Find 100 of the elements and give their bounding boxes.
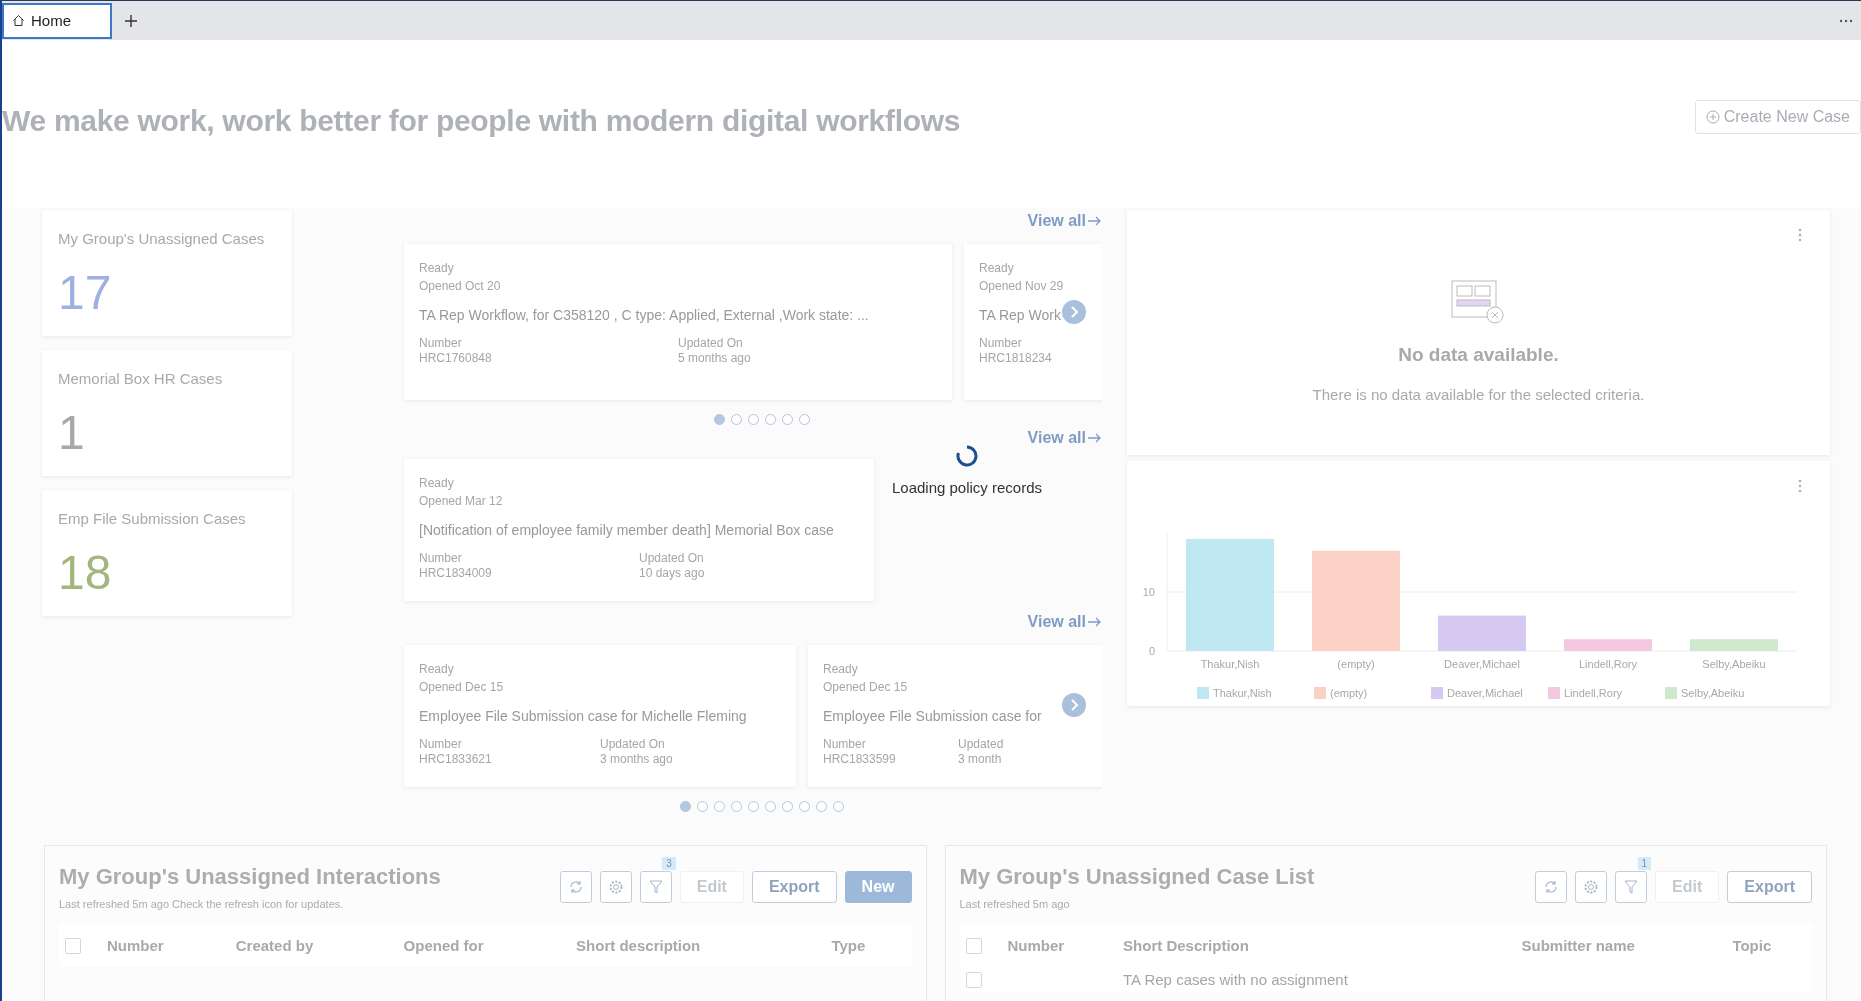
refresh-icon [567,879,584,895]
column-header[interactable]: Number [101,924,230,967]
column-header[interactable]: Topic [1726,924,1812,967]
stat-count: 17 [58,265,112,320]
bar[interactable] [1564,639,1652,651]
view-all-link[interactable]: View all [1027,212,1086,230]
page-dot[interactable] [748,801,759,812]
case-number: HRC1833621 [419,752,493,767]
toolbar-button[interactable]: Export [751,871,837,903]
legend-item[interactable]: (empty) [1314,687,1368,699]
page-dot[interactable] [714,414,725,425]
more-icon[interactable] [1839,18,1853,23]
page-dot[interactable] [799,801,810,812]
table-cell: TA Rep cases with no assignment [1123,970,1348,988]
page-dot[interactable] [765,801,776,812]
bar[interactable] [1312,550,1400,651]
page-dot[interactable] [714,801,725,812]
updated-time: 10 days ago [639,566,706,581]
create-case-button[interactable]: Create New Case [1694,100,1861,134]
settings-icon [607,879,624,895]
updated-time: 3 month [958,752,1003,767]
page-dot[interactable] [782,801,793,812]
case-number: HRC1760848 [419,351,493,366]
case-title: Employee File Submission case for [823,707,1042,725]
page-dot[interactable] [731,414,742,425]
stat-title: Memorial Box HR Cases [58,370,224,387]
filter-icon [1624,879,1639,895]
x-tick-label: Selby,Abeiku [1681,687,1745,699]
column-header[interactable]: Short description [570,924,826,967]
column-header[interactable]: Submitter name [1515,924,1727,967]
x-axis-label: Selby,Abeiku [1702,658,1766,670]
stat-title: Emp File Submission Cases [58,510,247,527]
x-axis-label: Lindell,Rory [1578,658,1638,670]
case-card[interactable]: Ready Opened Nov 29 TA Rep Work Number HRC1818234 [964,244,1102,400]
case-number: HRC1833599 [823,752,897,767]
home-tab[interactable]: Home [2,2,112,39]
toolbar-button[interactable]: Export [1727,871,1812,903]
updated-time: 5 months ago [678,351,752,366]
bar[interactable] [1186,538,1274,651]
loading-spinner-icon [956,445,978,467]
legend-item[interactable]: Lindell,Rory [1548,687,1623,699]
legend-item[interactable]: Selby,Abeiku [1665,687,1745,699]
page-dot[interactable] [731,801,742,812]
row-checkbox[interactable] [965,972,982,989]
filter-count: 1 [1637,857,1652,870]
add-tab-icon[interactable] [124,13,138,28]
bar[interactable] [1690,639,1778,651]
case-opened-date: Opened Dec 15 [823,680,908,694]
page-dot[interactable] [782,414,793,425]
stat-card[interactable]: Memorial Box HR Cases 1 [42,350,292,476]
select-all-checkbox[interactable] [965,938,982,955]
page-dot[interactable] [680,801,691,812]
column-header[interactable]: Short Description [1117,924,1516,967]
legend-item[interactable]: Deaver,Michael [1431,687,1523,699]
filter-button[interactable] [639,871,672,903]
view-all-link[interactable]: View all [1027,613,1086,631]
updated-label: Updated On [600,737,666,752]
column-header[interactable]: Opened for [397,924,571,967]
refresh-icon [1543,879,1560,895]
page-dot[interactable] [765,414,776,425]
view-all-link[interactable]: View all [1027,429,1086,447]
case-card[interactable]: Ready Opened Dec 15 Employee File Submission case for Number HRC1833599 Updated 3 month [808,645,1102,787]
column-header[interactable]: Number [1001,924,1118,967]
x-tick-label: Deaver,Michael [1447,687,1523,699]
page-dot[interactable] [697,801,708,812]
page-dot[interactable] [799,414,810,425]
case-status: Ready [979,261,1014,275]
case-card[interactable]: Ready Opened Oct 20 TA Rep Workflow, for C358120 , C type: Applied, External ,Work state: ... Number HRC1760848 Updated On 5 months ago [404,244,952,400]
settings-button[interactable] [599,871,632,903]
column-header[interactable]: Type [825,924,912,967]
x-tick-label: Thakur,Nish [1213,687,1272,699]
chevron-right-icon [1069,699,1079,711]
legend-item[interactable]: Thakur,Nish [1197,687,1272,699]
refresh-note: Last refreshed 5m ago [959,898,1071,910]
filter-button[interactable] [1615,871,1648,903]
home-icon [12,14,25,27]
arrow-right-icon [1088,617,1102,627]
no-data-icon [1450,280,1507,326]
plus-circle-icon [1705,110,1720,124]
page-dot[interactable] [748,414,759,425]
stat-card[interactable]: My Group's Unassigned Cases 17 [42,210,292,336]
case-title: TA Rep Workflow, for C358120 , C type: Applied, External ,Work state: ... [419,306,869,324]
updated-label: Updated On [639,551,705,566]
select-all-checkbox[interactable] [65,938,81,955]
refresh-note: Last refreshed 5m ago Check the refresh icon for updates. [59,898,345,910]
y-tick-label: 10 [1142,586,1155,598]
case-card[interactable]: Ready Opened Dec 15 Employee File Submission case for Michelle Fleming Number HRC1833621 Updated On 3 months ago [404,645,796,787]
case-card[interactable]: Ready Opened Mar 12 [Notification of employee family member death] Memorial Box case Number HRC1834009 Updated On 10 days ago [404,459,874,601]
bar[interactable] [1438,615,1526,651]
case-status: Ready [823,662,858,676]
number-label: Number [419,551,463,566]
page-dot[interactable] [833,801,844,812]
settings-button[interactable] [1575,871,1608,903]
refresh-button[interactable] [1535,871,1568,903]
toolbar-button[interactable]: New [844,871,912,903]
refresh-button[interactable] [559,871,592,903]
page-dot[interactable] [816,801,827,812]
stat-title: My Group's Unassigned Cases [58,230,266,247]
stat-card[interactable]: Emp File Submission Cases 18 [42,490,292,616]
column-header[interactable]: Created by [229,924,398,967]
